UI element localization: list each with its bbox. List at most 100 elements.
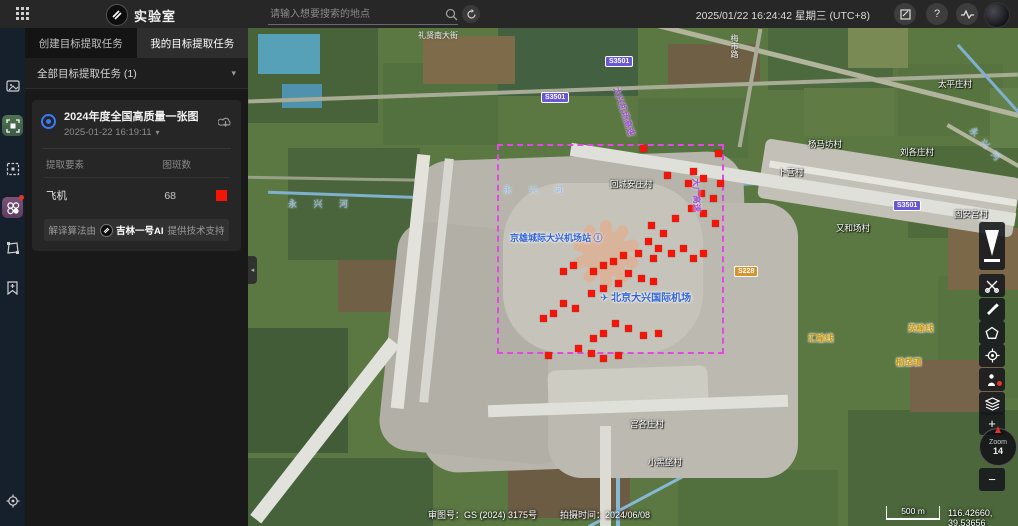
- plane-detection-marker[interactable]: [688, 205, 695, 212]
- terrain-patch: [258, 34, 320, 74]
- plane-detection-marker[interactable]: [700, 250, 707, 257]
- plane-detection-marker[interactable]: [615, 280, 622, 287]
- draw-polygon-tool[interactable]: [979, 321, 1005, 344]
- swipe-bar-icon: [984, 259, 1000, 262]
- feedback-button[interactable]: [894, 3, 916, 25]
- plane-detection-marker[interactable]: [560, 268, 567, 275]
- zoom-level-dial[interactable]: Zoom 14: [979, 428, 1017, 466]
- plane-detection-marker[interactable]: [715, 150, 722, 157]
- credit-prefix: 解译算法由: [48, 223, 96, 237]
- plane-detection-marker[interactable]: [612, 320, 619, 327]
- chevron-down-icon[interactable]: ▾: [156, 128, 160, 137]
- plane-detection-marker[interactable]: [690, 168, 697, 175]
- plane-detection-marker[interactable]: [635, 250, 642, 257]
- help-button[interactable]: ?: [926, 3, 948, 25]
- apps-grid-icon[interactable]: [16, 7, 29, 20]
- feature-color-swatch: [216, 190, 227, 201]
- plane-detection-marker[interactable]: [690, 255, 697, 262]
- map-label: 英榆线: [908, 324, 934, 333]
- plane-detection-marker[interactable]: [655, 330, 662, 337]
- plane-detection-marker[interactable]: [572, 305, 579, 312]
- plane-detection-marker[interactable]: [600, 330, 607, 337]
- target-extraction-icon[interactable]: [2, 115, 23, 136]
- task-filter-dropdown[interactable]: 全部目标提取任务 (1) ▾: [25, 58, 248, 89]
- reset-view-icon[interactable]: [462, 5, 480, 23]
- plane-detection-marker[interactable]: [600, 262, 607, 269]
- ai-apps-icon[interactable]: [2, 197, 23, 218]
- download-result-icon[interactable]: [218, 116, 233, 128]
- plane-detection-marker[interactable]: [698, 190, 705, 197]
- street-view-tool[interactable]: [979, 368, 1005, 391]
- draw-line-tool[interactable]: [979, 298, 1005, 321]
- brand-logo-icon: [100, 224, 113, 237]
- map-label: 汇榆线: [808, 334, 834, 343]
- plane-detection-marker[interactable]: [625, 270, 632, 277]
- plane-detection-marker[interactable]: [717, 180, 724, 187]
- plane-detection-marker[interactable]: [588, 290, 595, 297]
- polygon-tool-icon[interactable]: [2, 237, 23, 258]
- plane-detection-marker[interactable]: [588, 350, 595, 357]
- locate-tool[interactable]: [979, 344, 1005, 367]
- plane-detection-marker[interactable]: [650, 255, 657, 262]
- region-select-icon[interactable]: [2, 158, 23, 179]
- plane-detection-marker[interactable]: [600, 355, 607, 362]
- plane-detection-marker[interactable]: [615, 352, 622, 359]
- tab-create-task[interactable]: 创建目标提取任务: [25, 28, 137, 58]
- terrain-patch: [248, 328, 348, 453]
- bookmark-add-icon[interactable]: [2, 277, 23, 298]
- image-library-icon[interactable]: [2, 75, 23, 96]
- activity-button[interactable]: [956, 3, 978, 25]
- search-input[interactable]: [268, 8, 445, 21]
- satellite-map[interactable]: 永 兴 河永 兴 河永兴河礼贤南大街梅市路大兴机场高速大广高速回城安庄村太平庄村…: [248, 28, 1018, 526]
- plane-detection-marker[interactable]: [550, 310, 557, 317]
- settings-gear-icon[interactable]: [2, 490, 23, 511]
- plane-detection-marker[interactable]: [545, 352, 552, 359]
- plane-detection-marker[interactable]: [590, 268, 597, 275]
- plane-detection-marker[interactable]: [668, 250, 675, 257]
- plane-detection-marker[interactable]: [560, 300, 567, 307]
- notification-dot: [19, 195, 24, 200]
- plane-detection-marker[interactable]: [620, 252, 627, 259]
- search-icon[interactable]: [445, 8, 458, 21]
- task-created-datetime: 2025-01-22 16:19:11▾: [64, 127, 231, 138]
- zoom-out-button[interactable]: −: [979, 468, 1005, 491]
- plane-detection-marker[interactable]: [655, 245, 662, 252]
- user-avatar[interactable]: [984, 2, 1010, 28]
- plane-detection-marker[interactable]: [660, 230, 667, 237]
- plane-detection-marker[interactable]: [570, 262, 577, 269]
- plane-detection-marker[interactable]: [650, 278, 657, 285]
- plane-detection-marker[interactable]: [700, 175, 707, 182]
- map-approval-number: 审图号：GS (2024) 3175号: [428, 508, 537, 521]
- plane-detection-marker[interactable]: [590, 335, 597, 342]
- task-card[interactable]: 2024年度全国高质量一张图 2025-01-22 16:19:11▾ 提取要素…: [32, 100, 241, 251]
- result-table-row[interactable]: 飞机 68: [32, 180, 241, 207]
- road-shield: S3501: [541, 92, 569, 103]
- plane-detection-marker[interactable]: [640, 332, 647, 339]
- panel-tabs: 创建目标提取任务 我的目标提取任务: [25, 28, 248, 58]
- clip-scissors-tool[interactable]: [979, 274, 1005, 297]
- plane-detection-marker[interactable]: [640, 145, 647, 152]
- plane-detection-marker[interactable]: [672, 215, 679, 222]
- feature-count: 68: [164, 190, 176, 202]
- terrain-patch: [848, 28, 908, 68]
- plane-detection-marker[interactable]: [680, 245, 687, 252]
- plane-detection-marker[interactable]: [700, 210, 707, 217]
- task-radio-selected[interactable]: [41, 114, 56, 129]
- plane-detection-marker[interactable]: [625, 325, 632, 332]
- plane-detection-marker[interactable]: [600, 285, 607, 292]
- notification-dot: [997, 381, 1002, 386]
- swipe-compare-tool[interactable]: [979, 222, 1005, 270]
- plane-detection-marker[interactable]: [648, 222, 655, 229]
- plane-detection-marker[interactable]: [610, 258, 617, 265]
- tab-my-tasks[interactable]: 我的目标提取任务: [137, 28, 249, 58]
- plane-detection-marker[interactable]: [712, 220, 719, 227]
- panel-collapse-handle[interactable]: ◂: [248, 256, 257, 284]
- plane-detection-marker[interactable]: [710, 195, 717, 202]
- result-table-header: 提取要素 图斑数: [32, 149, 241, 175]
- plane-detection-marker[interactable]: [645, 238, 652, 245]
- plane-detection-marker[interactable]: [685, 180, 692, 187]
- plane-detection-marker[interactable]: [575, 345, 582, 352]
- plane-detection-marker[interactable]: [638, 275, 645, 282]
- plane-detection-marker[interactable]: [540, 315, 547, 322]
- plane-detection-marker[interactable]: [664, 172, 671, 179]
